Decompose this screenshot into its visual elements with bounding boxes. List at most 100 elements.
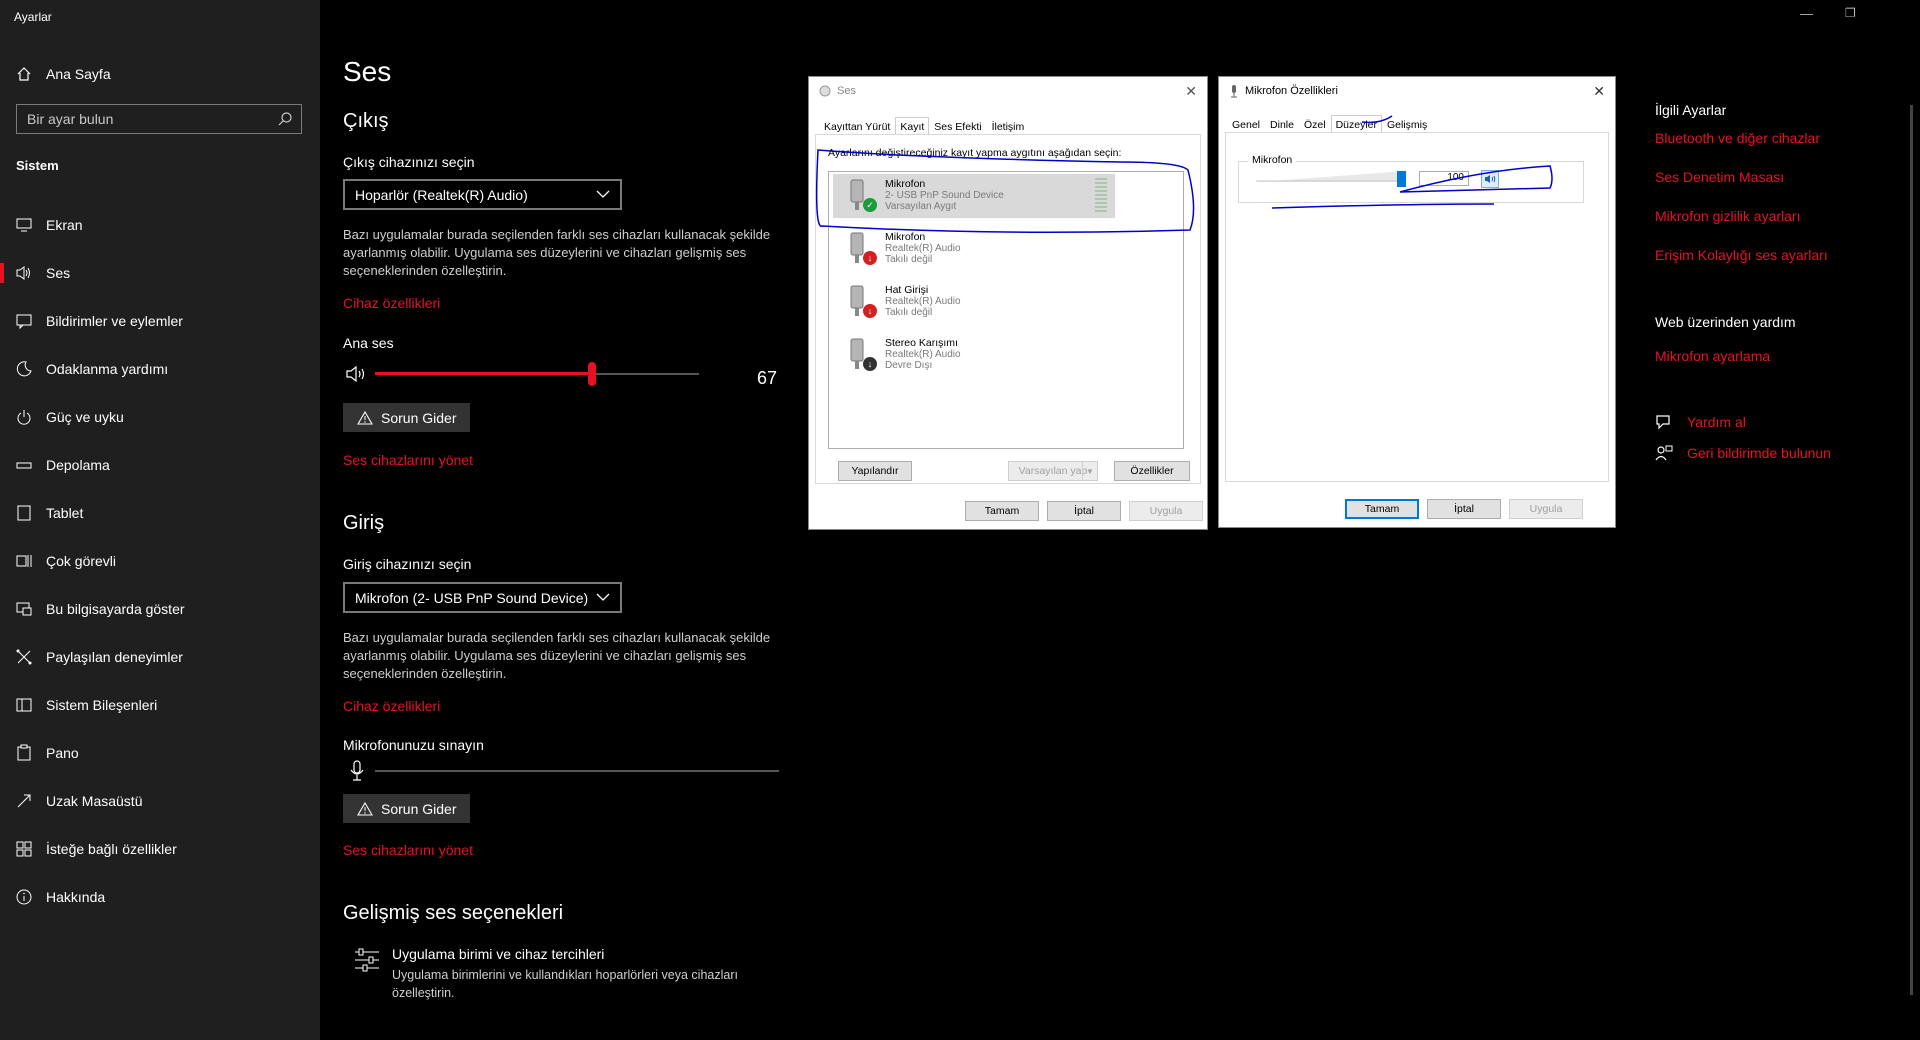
sound-cancel-button[interactable]: İptal	[1047, 501, 1121, 521]
related-link-4[interactable]: Erişim Kolaylığı ses ayarları	[1655, 247, 1828, 263]
search-box[interactable]	[16, 104, 302, 134]
input-troubleshoot-label: Sorun Gider	[381, 800, 457, 817]
related-settings-heading: İlgili Ayarlar	[1655, 102, 1727, 118]
app-volume-title[interactable]: Uygulama birimi ve cihaz tercihleri	[392, 946, 604, 962]
sidebar-item-14[interactable]: İsteğe bağlı özellikler	[0, 834, 320, 864]
search-input[interactable]	[17, 105, 279, 133]
related-link-1[interactable]: Bluetooth ve diğer cihazlar	[1655, 130, 1820, 146]
feedback-link[interactable]: Geri bildirimde bulunun	[1655, 445, 1831, 461]
sidebar-item-label: Güç ve uyku	[46, 409, 124, 425]
sidebar-item-label: Sistem Bileşenleri	[46, 697, 158, 713]
sidebar-item-3[interactable]: Bildirimler ve eylemler	[0, 306, 320, 336]
share-icon	[14, 648, 34, 666]
page-title: Ses	[343, 56, 392, 87]
annotation-marks	[815, 115, 1553, 233]
sidebar-item-15[interactable]: Hakkında	[0, 882, 320, 912]
sidebar-item-5[interactable]: Güç ve uyku	[0, 402, 320, 432]
chevron-down-icon	[596, 190, 610, 198]
sidebar-item-10[interactable]: Paylaşılan deneyimler	[0, 642, 320, 672]
app-volume-description: Uygulama birimlerini ve kullandıkları ho…	[392, 968, 738, 1000]
mic-ok-button[interactable]: Tamam	[1345, 499, 1419, 519]
sound-ok-button[interactable]: Tamam	[965, 501, 1039, 521]
device-status: Takılı değil	[885, 254, 933, 265]
input-manage-devices-link[interactable]: Ses cihazlarını yönet	[343, 842, 473, 858]
web-help-link-1[interactable]: Mikrofon ayarlama	[1655, 348, 1770, 364]
mic-cancel-button[interactable]: İptal	[1427, 499, 1501, 519]
sidebar-item-12[interactable]: Pano	[0, 738, 320, 768]
minimize-button[interactable]: —	[1800, 6, 1813, 21]
output-device-value: Hoparlör (Realtek(R) Audio)	[355, 186, 528, 203]
output-device-properties-link[interactable]: Cihaz özellikleri	[343, 295, 440, 311]
scrollbar[interactable]	[1910, 105, 1913, 995]
close-icon[interactable]: ✕	[1185, 83, 1197, 100]
sidebar-item-label: Ses	[46, 265, 71, 281]
web-help-heading: Web üzerinden yardım	[1655, 314, 1796, 330]
input-device-dropdown[interactable]: Mikrofon (2- USB PnP Sound Device)	[343, 582, 622, 613]
sliders-icon[interactable]	[354, 948, 380, 972]
features-icon	[14, 840, 34, 858]
sidebar-item-label: Bu bilgisayarda göster	[46, 601, 185, 617]
clipboard-icon	[14, 744, 34, 762]
sidebar-item-label: Tablet	[46, 505, 84, 521]
arrow-down-icon: ↓	[863, 304, 877, 318]
sidebar-item-7[interactable]: Tablet	[0, 498, 320, 528]
sidebar-item-8[interactable]: Çok görevli	[0, 546, 320, 576]
sidebar-item-4[interactable]: Odaklanma yardımı	[0, 354, 320, 384]
volume-slider-thumb[interactable]	[588, 362, 597, 386]
properties-button[interactable]: Özellikler	[1114, 461, 1190, 481]
input-device-properties-link[interactable]: Cihaz özellikleri	[343, 698, 440, 714]
input-description: Bazı uygulamalar burada seçilenden farkl…	[343, 630, 771, 681]
sidebar-item-6[interactable]: Depolama	[0, 450, 320, 480]
home-label: Ana Sayfa	[46, 66, 111, 82]
sound-apply-button[interactable]: Uygula	[1129, 501, 1203, 521]
restore-button[interactable]: ❐	[1845, 6, 1856, 20]
output-select-label: Çıkış cihazınızı seçin	[343, 154, 475, 170]
device-driver: Realtek(R) Audio	[885, 243, 961, 254]
output-manage-devices-link[interactable]: Ses cihazlarını yönet	[343, 452, 473, 468]
input-troubleshoot-button[interactable]: Sorun Gider	[343, 794, 471, 823]
sidebar-item-label: Pano	[46, 745, 79, 761]
sidebar-item-11[interactable]: Sistem Bileşenleri	[0, 690, 320, 720]
output-troubleshoot-label: Sorun Gider	[381, 409, 457, 426]
sound-app-icon	[819, 85, 831, 97]
feedback-label: Geri bildirimde bulunun	[1687, 445, 1831, 461]
recording-device-row[interactable]: ↓ Stereo Karışımı Realtek(R) Audio Devre Dı…	[833, 333, 1115, 377]
related-link-2[interactable]: Ses Denetim Masası	[1655, 169, 1784, 185]
sidebar-item-label: Odaklanma yardımı	[46, 361, 169, 377]
sidebar-item-1[interactable]: Ekran	[0, 210, 320, 240]
mic-dialog-title: Mikrofon Özellikleri	[1245, 85, 1338, 97]
output-troubleshoot-button[interactable]: Sorun Gider	[343, 403, 471, 432]
volume-value: 67	[757, 368, 778, 388]
mic-apply-button[interactable]: Uygula	[1509, 499, 1583, 519]
info-icon	[14, 888, 34, 906]
device-status: Devre Dışı	[885, 360, 933, 371]
sidebar-item-13[interactable]: Uzak Masaüstü	[0, 786, 320, 816]
configure-button[interactable]: Yapılandır	[838, 461, 912, 481]
project-icon	[14, 600, 34, 618]
chevron-down-icon[interactable]: ▼	[1082, 462, 1097, 480]
recording-device-row[interactable]: ↓ Hat Girişi Realtek(R) Audio Takılı değil	[833, 280, 1115, 324]
sidebar-item-label: Paylaşılan deneyimler	[46, 649, 183, 665]
notification-icon	[14, 312, 34, 330]
feedback-icon	[1655, 445, 1673, 461]
mic-level-meter	[375, 770, 779, 772]
speaker-icon[interactable]	[345, 365, 367, 383]
related-link-3[interactable]: Mikrofon gizlilik ayarları	[1655, 208, 1800, 224]
speaker-icon	[14, 264, 34, 282]
set-default-button[interactable]: Varsayılan yap ▼	[1008, 461, 1098, 481]
input-heading: Giriş	[343, 512, 385, 534]
sound-dialog-title: Ses	[837, 85, 856, 97]
close-icon[interactable]: ✕	[1593, 83, 1605, 100]
search-icon[interactable]	[277, 111, 293, 127]
sidebar-item-label: Hakkında	[46, 889, 106, 905]
home-link[interactable]: Ana Sayfa	[16, 64, 111, 84]
sidebar-item-9[interactable]: Bu bilgisayarda göster	[0, 594, 320, 624]
sidebar-item-label: Depolama	[46, 457, 110, 473]
tablet-icon	[14, 504, 34, 522]
get-help-link[interactable]: Yardım al	[1655, 414, 1746, 430]
power-icon	[14, 408, 34, 426]
device-name: Stereo Karışımı	[885, 337, 958, 349]
output-device-dropdown[interactable]: Hoparlör (Realtek(R) Audio)	[343, 179, 622, 210]
sidebar-item-2[interactable]: Ses	[0, 258, 320, 288]
sidebar-item-label: İsteğe bağlı özellikler	[46, 841, 177, 857]
